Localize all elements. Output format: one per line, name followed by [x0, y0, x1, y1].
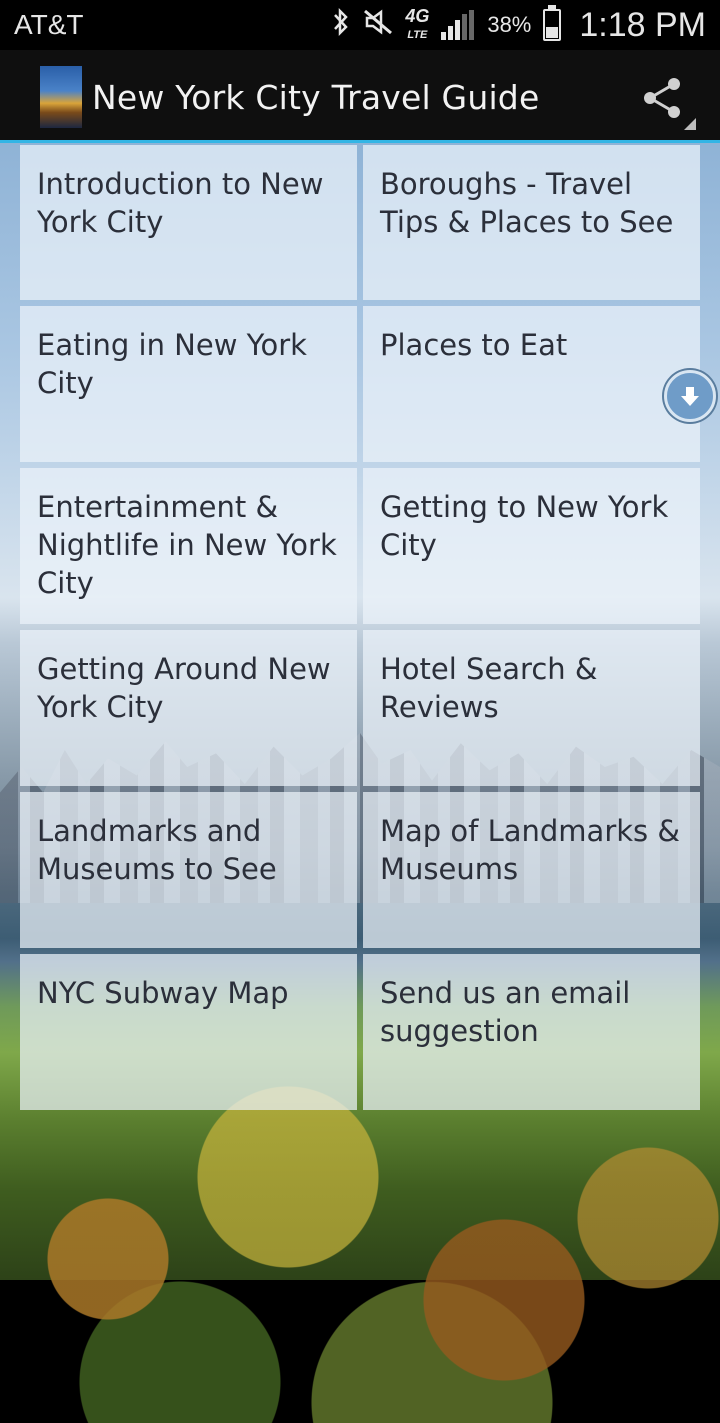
menu-item-introduction[interactable]: Introduction to New York City [20, 145, 357, 300]
overflow-indicator-icon [684, 118, 696, 130]
battery-percent: 38% [487, 12, 532, 37]
download-arrow-icon [681, 387, 699, 406]
menu-item-entertainment[interactable]: Entertainment & Nightlife in New York Ci… [20, 468, 357, 624]
status-bar: AT&T 4G LTE 38% 1:18 PM [0, 0, 720, 50]
menu-item-landmarks[interactable]: Landmarks and Museums to See [20, 792, 357, 948]
menu-item-getting-to[interactable]: Getting to New York City [363, 468, 700, 624]
menu-item-label: Eating in New York City [37, 328, 307, 400]
menu-item-label: Hotel Search & Reviews [380, 652, 598, 724]
menu-item-places-to-eat[interactable]: Places to Eat [363, 306, 700, 462]
menu-item-label: Introduction to New York City [37, 167, 324, 239]
app-title: New York City Travel Guide [92, 78, 540, 117]
clock: 1:18 PM [579, 5, 706, 44]
menu-item-hotel-search[interactable]: Hotel Search & Reviews [363, 630, 700, 786]
share-icon[interactable] [638, 74, 686, 122]
menu-item-label: Boroughs - Travel Tips & Places to See [380, 167, 674, 239]
menu-item-label: Places to Eat [380, 328, 568, 362]
menu-item-subway-map[interactable]: NYC Subway Map [20, 954, 357, 1110]
menu-item-landmarks-map[interactable]: Map of Landmarks & Museums [363, 792, 700, 948]
menu-item-label: Send us an email suggestion [380, 976, 631, 1048]
network-type-label: 4G [405, 5, 430, 26]
network-subtype-label: LTE [407, 28, 428, 41]
menu-item-label: Landmarks and Museums to See [37, 814, 277, 886]
menu-item-label: Getting to New York City [380, 490, 669, 562]
battery-icon [543, 5, 562, 41]
4g-lte-icon: 4G LTE [405, 5, 430, 43]
menu-item-label: Entertainment & Nightlife in New York Ci… [37, 490, 337, 600]
battery-fill [546, 27, 559, 38]
status-icons: 4G LTE 38% 1:18 PM [331, 4, 706, 46]
menu-item-getting-around[interactable]: Getting Around New York City [20, 630, 357, 786]
menu-item-label: Getting Around New York City [37, 652, 331, 724]
menu-item-label: NYC Subway Map [37, 976, 289, 1010]
menu-item-boroughs[interactable]: Boroughs - Travel Tips & Places to See [363, 145, 700, 300]
signal-icon [441, 10, 475, 40]
bluetooth-icon [331, 7, 351, 43]
mute-icon [363, 8, 393, 42]
action-bar: New York City Travel Guide [0, 50, 720, 143]
menu-item-email-suggestion[interactable]: Send us an email suggestion [363, 954, 700, 1110]
menu-grid: Introduction to New York City Boroughs -… [20, 145, 700, 1110]
menu-item-eating[interactable]: Eating in New York City [20, 306, 357, 462]
scroll-down-button[interactable] [664, 370, 716, 422]
carrier-label: AT&T [14, 9, 84, 40]
app-logo-icon[interactable] [40, 66, 82, 128]
menu-item-label: Map of Landmarks & Museums [380, 814, 680, 886]
